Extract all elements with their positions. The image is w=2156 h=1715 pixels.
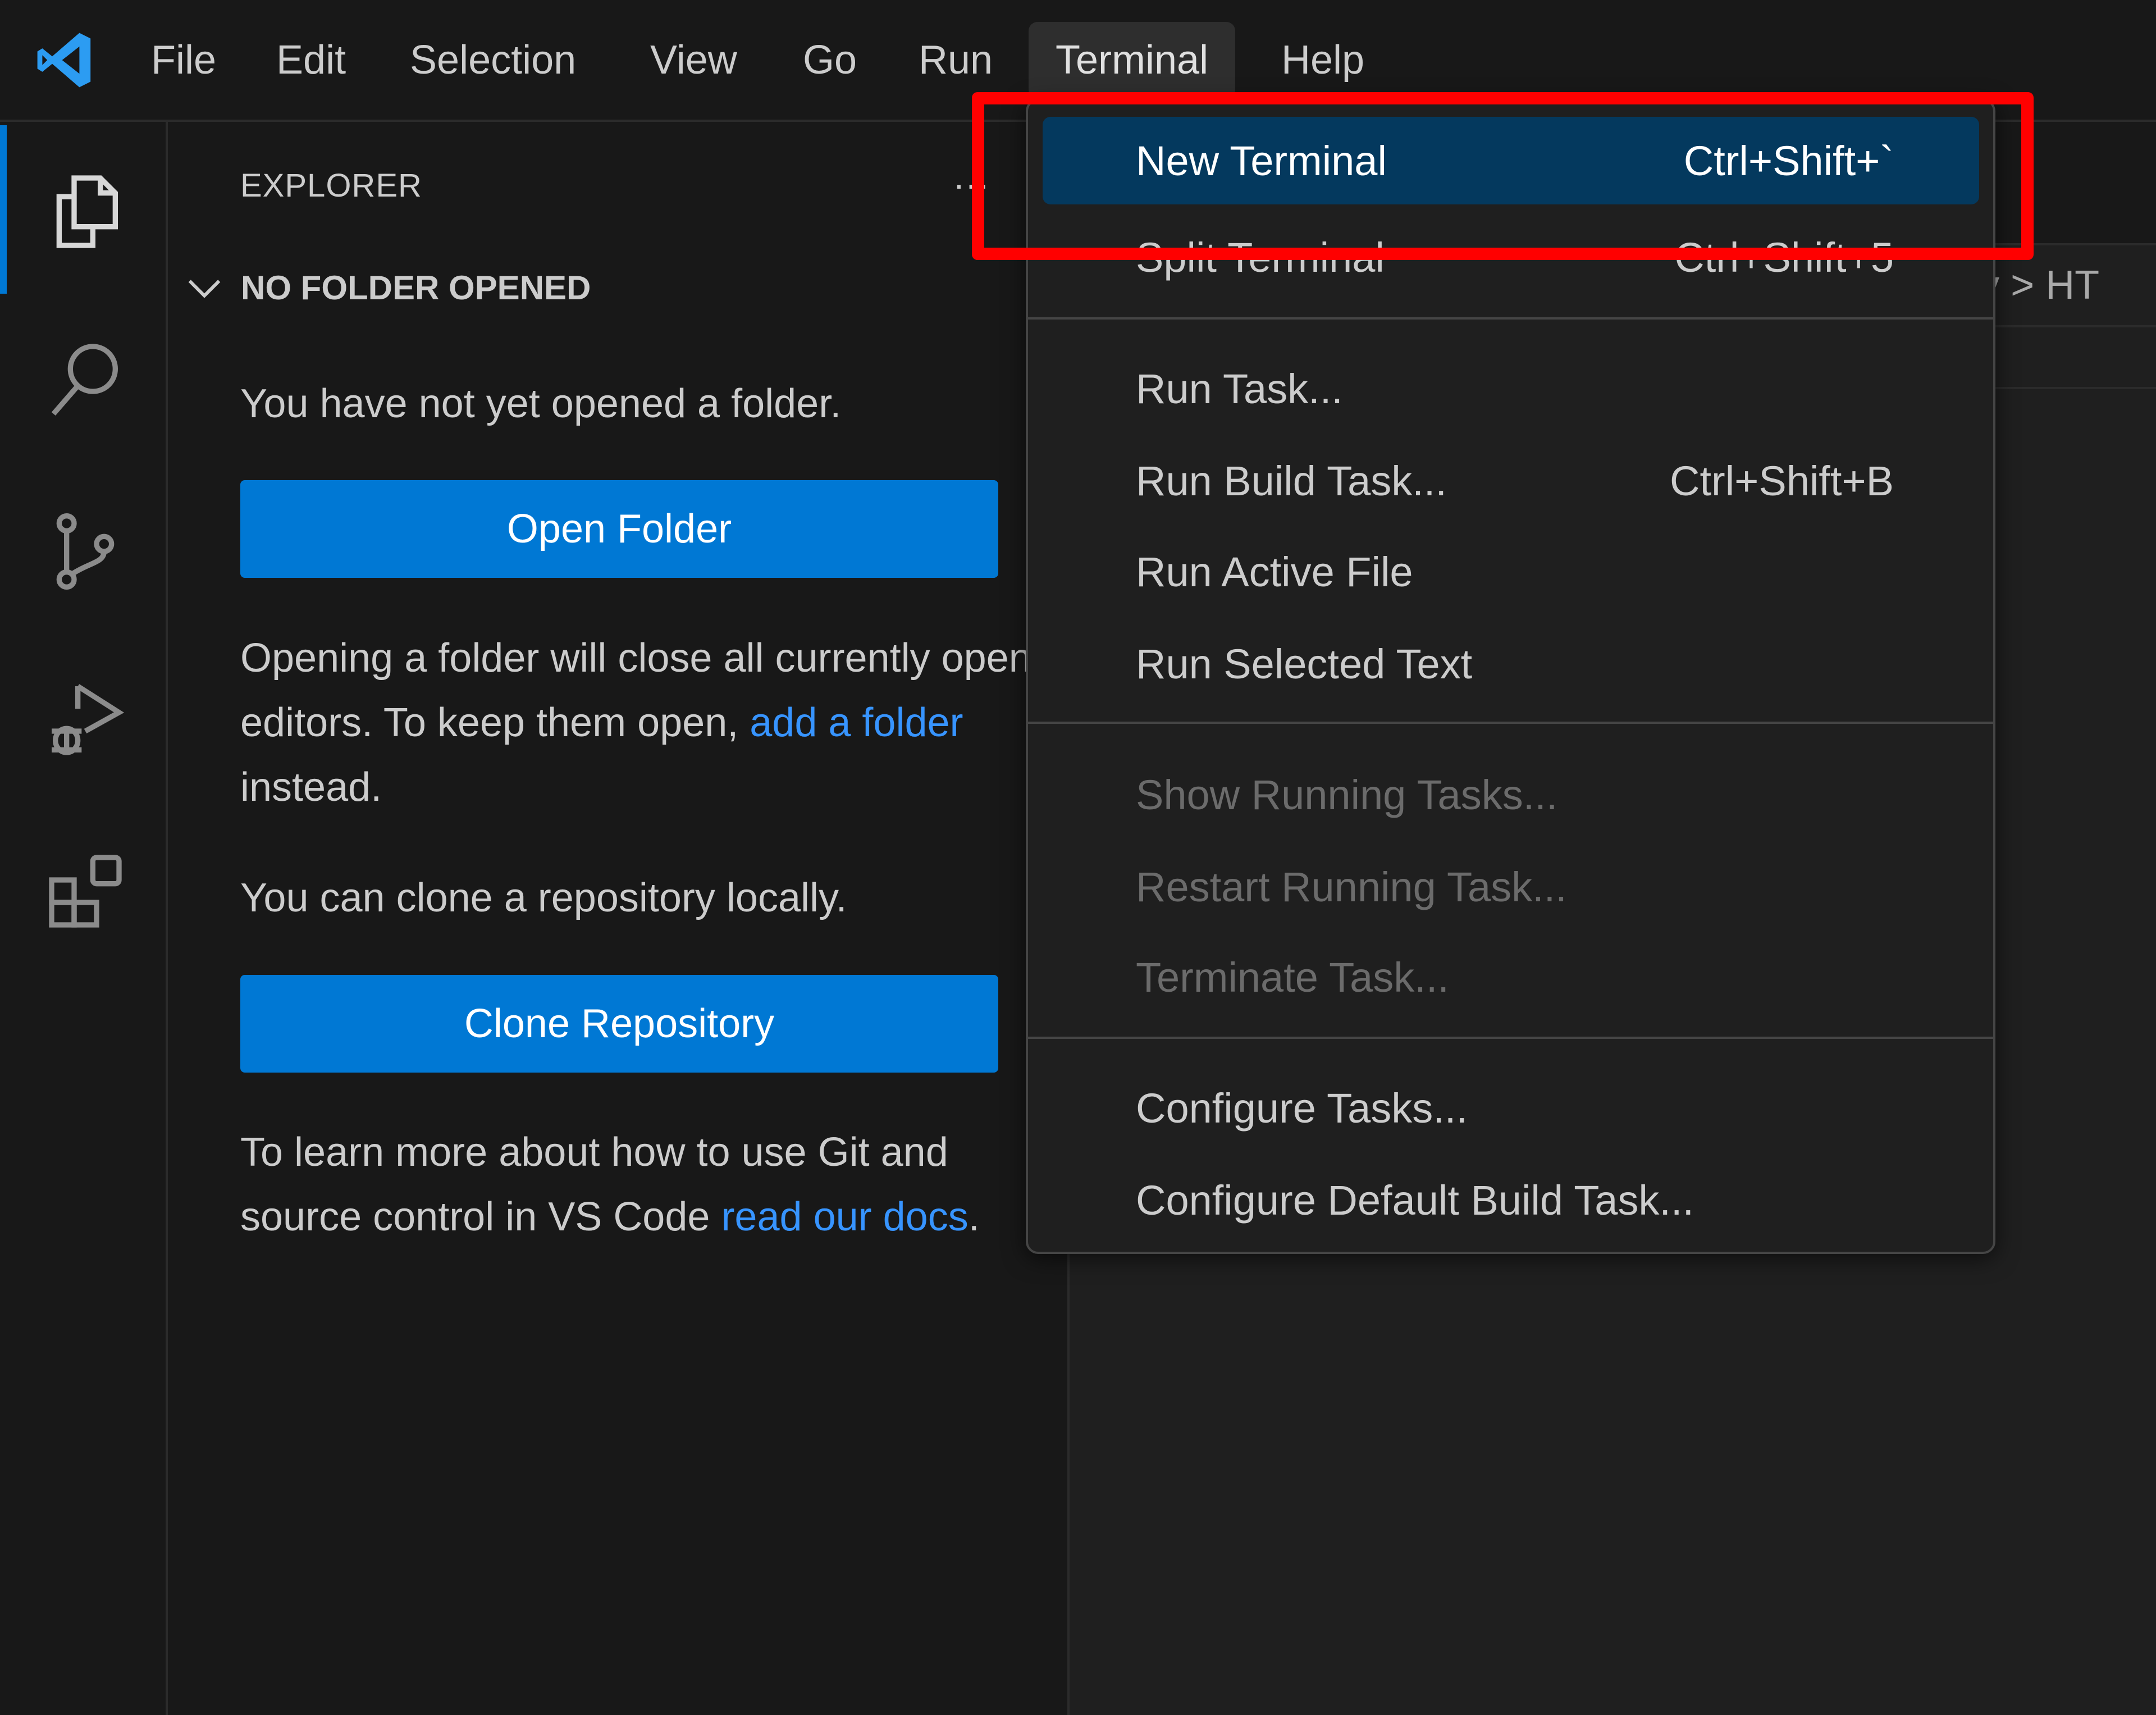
read-docs-link[interactable]: read our docs [721, 1194, 968, 1239]
menu-item-label: Restart Running Task... [1136, 863, 1567, 910]
menu-terminal[interactable]: Terminal [1029, 22, 1236, 99]
menu-item-shortcut: Ctrl+Shift+` [1683, 137, 1894, 184]
menu-item-split-terminal[interactable]: Split Terminal Ctrl+Shift+5 [1043, 213, 1979, 301]
menu-item-label: Run Active File [1136, 548, 1413, 595]
more-actions-button[interactable]: ... [954, 156, 990, 197]
opening-text-2: instead. [240, 765, 382, 810]
menu-item-label: Split Terminal [1136, 234, 1385, 281]
run-debug-icon[interactable] [40, 675, 130, 765]
menu-item-label: Run Build Task... [1136, 457, 1447, 504]
menu-item-terminate-task: Terminate Task... [1043, 933, 1979, 1021]
no-folder-section-header[interactable]: NO FOLDER OPENED [185, 262, 591, 313]
menu-view[interactable]: View [650, 29, 737, 91]
menu-item-label: Terminate Task... [1136, 954, 1449, 1001]
files-icon[interactable] [40, 167, 130, 257]
open-folder-button[interactable]: Open Folder [240, 480, 998, 578]
extensions-icon[interactable] [40, 846, 130, 936]
no-folder-message: You have not yet opened a folder. [240, 381, 842, 426]
menu-selection[interactable]: Selection [410, 29, 576, 91]
menu-item-shortcut: Ctrl+Shift+5 [1674, 234, 1894, 281]
explorer-sidebar: EXPLORER ... NO FOLDER OPENED You have n… [168, 122, 1070, 1715]
search-icon[interactable] [40, 335, 130, 425]
section-label: NO FOLDER OPENED [241, 268, 591, 307]
menu-item-new-terminal[interactable]: New Terminal Ctrl+Shift+` [1043, 117, 1979, 204]
menu-item-configure-tasks[interactable]: Configure Tasks... [1043, 1064, 1979, 1152]
menu-item-label: New Terminal [1136, 137, 1387, 184]
sidebar-title: EXPLORER [240, 167, 422, 204]
menu-item-restart-running-task: Restart Running Task... [1043, 843, 1979, 931]
menu-item-label: Run Selected Text [1136, 640, 1473, 687]
vscode-logo-icon [34, 29, 95, 91]
menu-file[interactable]: File [151, 29, 216, 91]
menu-edit[interactable]: Edit [276, 29, 346, 91]
clone-message: You can clone a repository locally. [240, 875, 847, 920]
menu-item-run-task[interactable]: Run Task... [1043, 345, 1979, 432]
menu-help[interactable]: Help [1281, 29, 1364, 91]
menu-separator [1028, 722, 1993, 724]
menu-item-shortcut: Ctrl+Shift+B [1670, 457, 1894, 504]
add-folder-link[interactable]: add a folder [750, 700, 963, 745]
activity-bar [0, 122, 168, 1715]
menu-item-label: Run Task... [1136, 365, 1343, 412]
active-indicator [0, 125, 7, 294]
menu-run[interactable]: Run [919, 29, 993, 91]
menu-item-show-running-tasks: Show Running Tasks... [1043, 751, 1979, 838]
menu-item-label: Show Running Tasks... [1136, 771, 1558, 818]
opening-folder-message: Opening a folder will close all currentl… [240, 626, 1038, 820]
menu-item-run-active-file[interactable]: Run Active File [1043, 528, 1979, 615]
chevron-down-icon [188, 280, 221, 298]
menu-separator [1028, 317, 1993, 320]
source-control-icon[interactable] [40, 507, 130, 596]
menu-item-configure-default-build-task[interactable]: Configure Default Build Task... [1043, 1156, 1979, 1244]
menu-item-run-build-task[interactable]: Run Build Task... Ctrl+Shift+B [1043, 437, 1979, 524]
menu-separator [1028, 1037, 1993, 1039]
menu-item-label: Configure Tasks... [1136, 1084, 1468, 1132]
menu-go[interactable]: Go [803, 29, 857, 91]
menu-item-label: Configure Default Build Task... [1136, 1176, 1694, 1224]
clone-repository-button[interactable]: Clone Repository [240, 975, 998, 1073]
git-docs-message: To learn more about how to use Git and s… [240, 1120, 1038, 1249]
terminal-menu: New Terminal Ctrl+Shift+` Split Terminal… [1026, 99, 1995, 1254]
menu-item-run-selected-text[interactable]: Run Selected Text [1043, 620, 1979, 708]
git-text-2: . [968, 1194, 980, 1239]
